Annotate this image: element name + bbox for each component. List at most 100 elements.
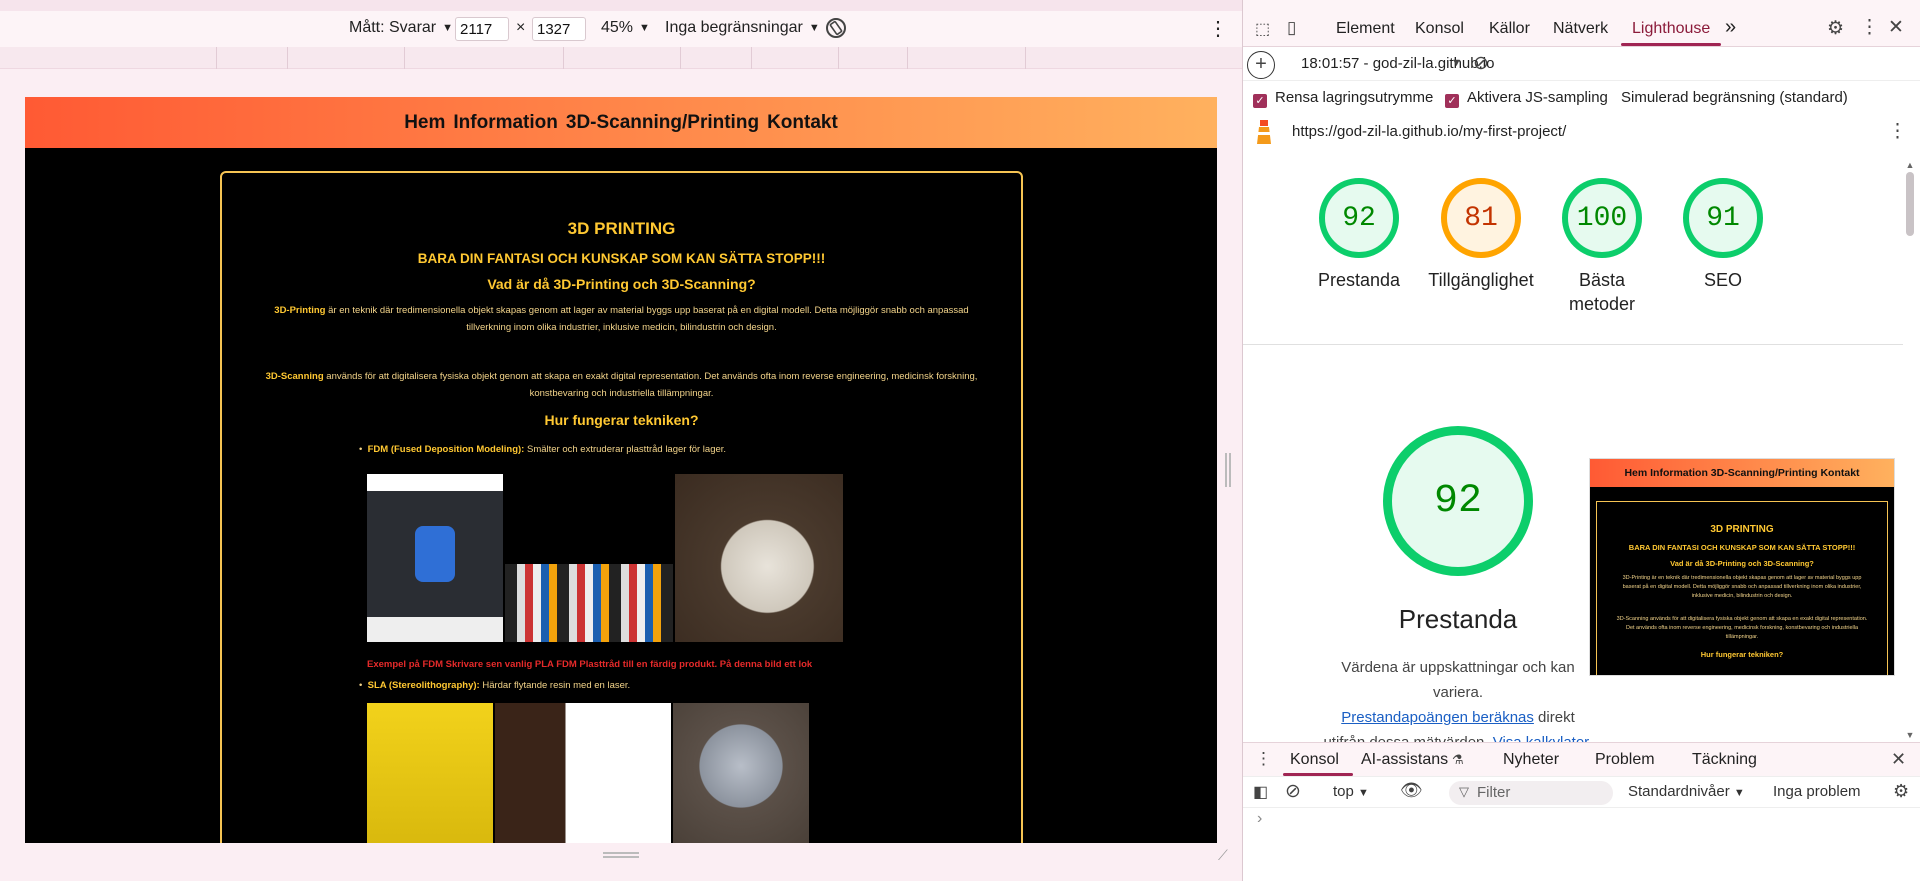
console-filter-input[interactable]: ▽ Filter	[1449, 781, 1613, 805]
resin-bottle-image	[495, 703, 671, 843]
drawer-tab-nyheter[interactable]: Nyheter	[1503, 751, 1559, 769]
more-tabs-icon[interactable]: »	[1725, 16, 1736, 39]
tab-lighthouse[interactable]: Lighthouse	[1632, 20, 1710, 38]
lighthouse-logo-icon	[1255, 118, 1273, 146]
gauge-score: 81	[1441, 178, 1521, 258]
how-heading: Hur fungerar tekniken?	[544, 412, 699, 428]
gauge-label: SEO	[1703, 270, 1742, 290]
drawer-tabbar: ⋮ Konsol AI-assistans ⚗ Nyheter Problem …	[1243, 742, 1920, 776]
tab-konsol[interactable]: Konsol	[1415, 20, 1464, 38]
drawer-tab-ai-assistans[interactable]: AI-assistans	[1361, 751, 1448, 769]
nav-link-home[interactable]: Hem	[404, 112, 445, 134]
performance-summary: 92 Prestanda Värdena är uppskattningar o…	[1323, 426, 1593, 742]
throttling-dropdown[interactable]: Inga begränsningar ▼	[665, 19, 820, 37]
width-input[interactable]	[455, 17, 509, 41]
filter-icon: ▽	[1459, 784, 1469, 799]
option-throttling[interactable]: Simulerad begränsning (standard)	[1621, 89, 1848, 106]
performance-title: Prestanda	[1398, 604, 1518, 634]
nav-link-information[interactable]: Information	[453, 112, 558, 134]
question-heading: Vad är då 3D-Printing och 3D-Scanning?	[487, 276, 756, 292]
issues-counter[interactable]: Inga problem	[1773, 783, 1861, 800]
chevron-down-icon: ▼	[1733, 787, 1745, 799]
log-levels-dropdown[interactable]: Standardnivåer ▼	[1628, 783, 1745, 800]
zoom-dropdown[interactable]: 45% ▼	[601, 19, 650, 37]
option-clear-storage[interactable]: ✓ Rensa lagringsutrymme	[1253, 89, 1433, 108]
device-toggle-icon[interactable]: ▯	[1287, 18, 1296, 38]
resize-handle-bottom[interactable]	[603, 852, 639, 858]
customize-menu-icon[interactable]: ⋮	[1860, 16, 1879, 39]
height-input[interactable]	[532, 17, 586, 41]
nav-link-contact[interactable]: Kontakt	[767, 112, 838, 134]
settings-gear-icon[interactable]: ⚙	[1827, 17, 1844, 40]
thumb-nav: Hem Information 3D-Scanning/Printing Kon…	[1590, 459, 1894, 487]
chevron-down-icon: ▼	[1358, 787, 1369, 799]
top-strip	[0, 0, 1242, 11]
option-js-sampling[interactable]: ✓ Aktivera JS-sampling	[1445, 89, 1608, 108]
report-selector[interactable]: 18:01:57 - god-zil-la.github.io	[1301, 55, 1494, 72]
performance-description: Värdena är uppskattningar och kan varier…	[1323, 655, 1593, 742]
devtools-tabbar: ⬚ ▯ Element Konsol Källor Nätverk Lighth…	[1243, 0, 1920, 47]
gauge-score: 91	[1683, 178, 1763, 258]
nav-link-3d[interactable]: 3D-Scanning/Printing	[566, 112, 759, 134]
filament-spools-image	[505, 564, 673, 642]
calculator-link[interactable]: Visa kalkylator.	[1493, 734, 1593, 742]
more-options-icon[interactable]: ⋮	[1208, 16, 1228, 41]
section-divider	[1243, 344, 1903, 345]
clear-reports-icon[interactable]: ⊘	[1473, 52, 1489, 75]
close-devtools-icon[interactable]: ✕	[1888, 16, 1904, 39]
drawer-tab-tackning[interactable]: Täckning	[1692, 751, 1757, 769]
audited-url: https://god-zil-la.github.io/my-first-pr…	[1292, 123, 1567, 140]
fdm-term: FDM (Fused Deposition Modeling):	[367, 444, 525, 455]
fdm-example-caption: Exempel på FDM Skrivare sen vanlig PLA F…	[367, 659, 813, 670]
thumb-card: 3D PRINTING BARA DIN FANTASI OCH KUNSKAP…	[1596, 501, 1888, 675]
scroll-down-icon[interactable]: ▼	[1905, 730, 1915, 740]
clear-console-icon[interactable]: ⊘	[1285, 780, 1301, 803]
devtools-panel: ⬚ ▯ Element Konsol Källor Nätverk Lighth…	[1242, 0, 1920, 881]
chevron-down-icon: ▼	[442, 22, 454, 34]
checkbox-checked-icon[interactable]: ✓	[1445, 94, 1459, 108]
scrollbar-thumb[interactable]	[1906, 172, 1914, 236]
gauge-best-practices[interactable]: 100 Bästa metoder	[1547, 178, 1657, 316]
lighthouse-report: 92 Prestanda 81 Tillgänglighet 100 Bästa…	[1243, 152, 1903, 742]
report-scrollbar[interactable]: ▲ ▼	[1905, 160, 1915, 740]
media-query-ruler	[0, 47, 1242, 69]
gauge-accessibility[interactable]: 81 Tillgänglighet	[1426, 178, 1536, 292]
console-prompt[interactable]: ›	[1257, 810, 1262, 828]
drawer-tab-problem[interactable]: Problem	[1595, 751, 1655, 769]
printing-paragraph: 3D-Printing är en teknik där tredimensio…	[262, 302, 981, 336]
drawer-menu-icon[interactable]: ⋮	[1255, 749, 1272, 769]
thumb-question: Vad är då 3D-Printing och 3D-Scanning?	[1670, 559, 1814, 568]
drawer-tab-konsol[interactable]: Konsol	[1290, 751, 1339, 769]
resize-handle-vertical[interactable]	[1225, 453, 1231, 487]
fdm-printer-image	[367, 474, 503, 642]
page-subheading: BARA DIN FANTASI OCH KUNSKAP SOM KAN SÄT…	[417, 251, 826, 266]
fdm-text: Smälter och extruderar plasttråd lager f…	[524, 444, 727, 455]
context-selector[interactable]: top ▼	[1333, 783, 1369, 800]
scanning-paragraph: 3D-Scanning används för att digitalisera…	[262, 368, 981, 402]
gauge-score: 92	[1319, 178, 1399, 258]
rotate-icon[interactable]	[824, 16, 848, 40]
report-menu-icon[interactable]: ⋮	[1888, 120, 1907, 143]
gauge-performance[interactable]: 92 Prestanda	[1304, 178, 1414, 292]
page-screenshot-thumbnail[interactable]: Hem Information 3D-Scanning/Printing Kon…	[1589, 458, 1895, 676]
gauge-score: 100	[1562, 178, 1642, 258]
tab-natverk[interactable]: Nätverk	[1553, 20, 1608, 38]
console-settings-icon[interactable]: ⚙	[1893, 781, 1909, 802]
eye-icon[interactable]: 👁	[1400, 780, 1423, 801]
gauge-label: Tillgänglighet	[1428, 270, 1534, 290]
close-drawer-icon[interactable]: ✕	[1891, 749, 1906, 770]
dimensions-dropdown[interactable]: Mått: Svarar ▼	[349, 19, 453, 37]
checkbox-checked-icon[interactable]: ✓	[1253, 94, 1267, 108]
tab-element[interactable]: Element	[1336, 20, 1395, 38]
score-calculation-link[interactable]: Prestandapoängen beräknas	[1341, 709, 1534, 726]
sidebar-toggle-icon[interactable]: ◧	[1253, 782, 1268, 802]
inspect-element-icon[interactable]: ⬚	[1255, 19, 1270, 39]
console-toolbar: ◧ ⊘ top ▼ 👁 ▽ Filter Standardnivåer ▼ In…	[1243, 776, 1920, 808]
resize-corner-icon[interactable]: ⟋	[1218, 847, 1228, 864]
scroll-up-icon[interactable]: ▲	[1905, 160, 1915, 170]
tab-kallor[interactable]: Källor	[1489, 20, 1530, 38]
chevron-down-icon[interactable]: ▼	[1451, 57, 1462, 69]
printing-text: är en teknik där tredimensionella objekt…	[325, 305, 969, 333]
gauge-seo[interactable]: 91 SEO	[1668, 178, 1778, 292]
new-report-icon[interactable]: +	[1247, 51, 1275, 79]
